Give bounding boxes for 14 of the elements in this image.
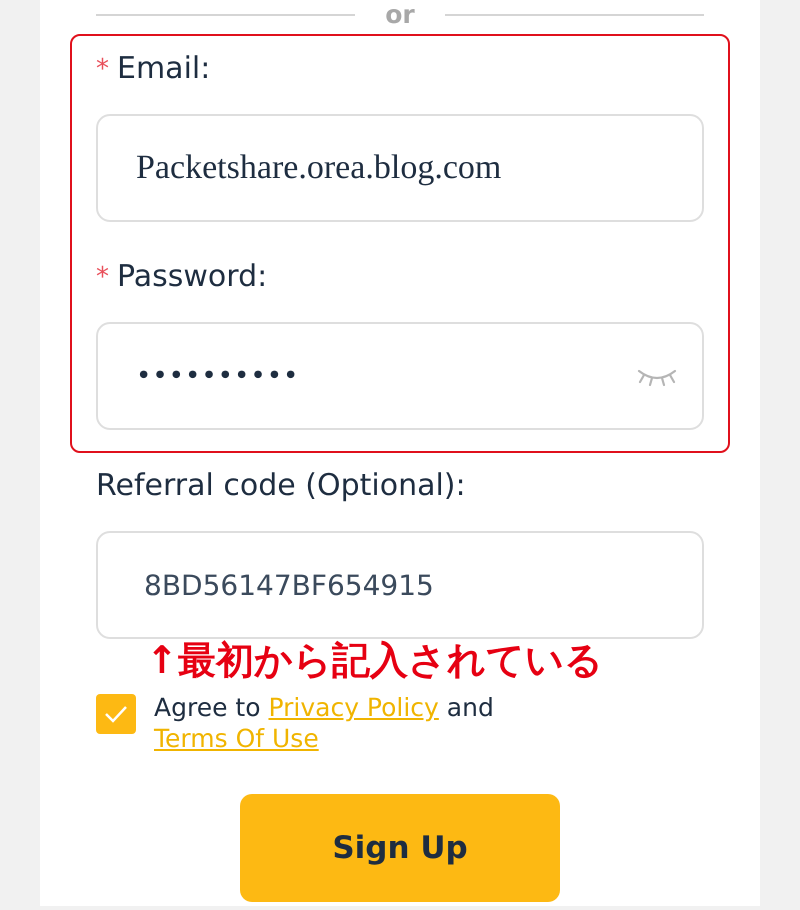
required-mark: * (96, 54, 109, 84)
input-field[interactable]: 8BD56147BF654915 (96, 531, 704, 639)
divider-text: or (385, 0, 415, 32)
input-field[interactable]: Packetshare.orea.blog.com (96, 114, 704, 222)
check-icon (103, 704, 129, 724)
annotation-text: ↑最初から記入されている (146, 640, 603, 682)
agreement-text: Agree to Privacy Policy and Terms Of Use (154, 692, 495, 754)
field-label: Password: (117, 258, 268, 296)
password-field[interactable]: •••••••••• (96, 322, 704, 430)
sign-up-button[interactable]: Sign Up (240, 794, 560, 902)
field-label: Referral code (Optional): (96, 467, 466, 505)
field-label: Email: (117, 50, 210, 88)
checkbox[interactable] (96, 694, 136, 734)
required-mark: * (96, 262, 109, 292)
